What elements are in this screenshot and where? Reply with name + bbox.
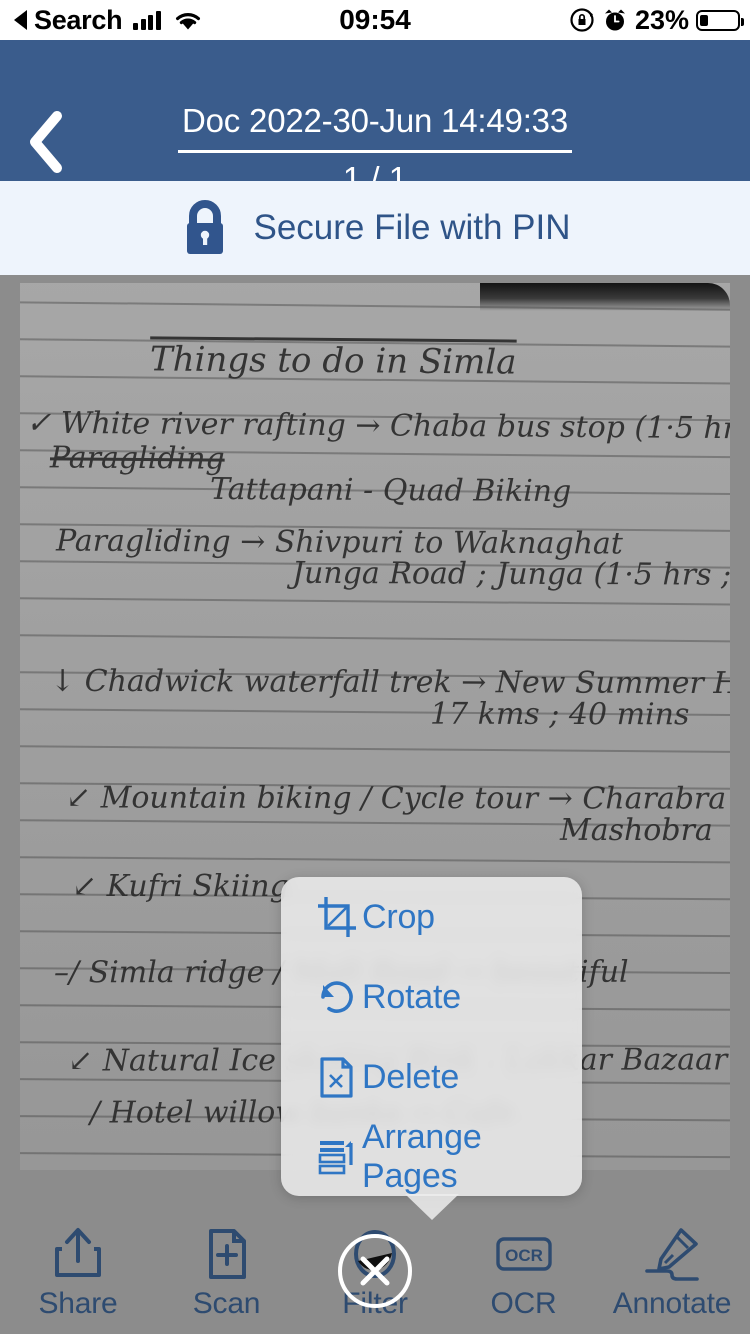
handwritten-line: Tattapani - Quad Biking xyxy=(209,471,572,510)
menu-item-label: Crop xyxy=(362,897,435,936)
page-title[interactable]: Doc 2022-30-Jun 14:49:33 xyxy=(178,102,572,153)
menu-item-rotate[interactable]: Rotate xyxy=(281,957,582,1037)
handwritten-line: ↙ Kufri Skiing xyxy=(72,869,289,904)
crop-icon xyxy=(314,894,360,940)
handwritten-line: ↓ Chadwick waterfall trek → New Summer H… xyxy=(49,663,730,702)
toolbar-button-ocr[interactable]: OCR OCR xyxy=(464,1220,584,1321)
toolbar-button-share[interactable]: Share xyxy=(18,1220,138,1321)
menu-item-label: Arrange Pages xyxy=(362,1118,482,1195)
status-bar-clock: 09:54 xyxy=(339,4,411,35)
toolbar-label: Annotate xyxy=(612,1287,732,1320)
handwritten-line: Junga Road ; Junga (1·5 hrs ; 40 km) xyxy=(291,555,730,593)
share-icon xyxy=(51,1226,105,1282)
toolbar-button-annotate[interactable]: Annotate xyxy=(612,1220,732,1321)
menu-item-label: Delete xyxy=(362,1057,460,1096)
annotate-pen-icon xyxy=(643,1226,701,1282)
status-bar: Search 09:54 23% xyxy=(0,0,750,40)
toolbar-label: Scan xyxy=(192,1287,261,1320)
document-title-wrap: Doc 2022-30-Jun 14:49:33 xyxy=(0,102,750,153)
menu-item-arrange-pages[interactable]: Arrange Pages xyxy=(281,1117,582,1196)
lock-icon xyxy=(187,200,224,254)
delete-file-icon xyxy=(314,1054,360,1100)
popup-pointer-tail xyxy=(405,1194,459,1220)
menu-item-label: Rotate xyxy=(362,977,461,1016)
handwritten-line: Things to do in Simla xyxy=(149,339,517,383)
svg-text:OCR: OCR xyxy=(505,1246,543,1265)
close-popup-button[interactable] xyxy=(338,1234,412,1308)
page-options-popup[interactable]: Crop Rotate Delete Arrange Pages xyxy=(281,877,582,1196)
menu-item-crop[interactable]: Crop xyxy=(281,877,582,957)
app-header: Doc 2022-30-Jun 14:49:33 1 / 1 xyxy=(0,40,750,197)
handwritten-line: 17 kms ; 40 mins xyxy=(429,696,690,733)
secure-file-with-pin-banner[interactable]: Secure File with PIN xyxy=(0,181,750,275)
handwritten-line: Paragliding xyxy=(49,440,225,477)
bottom-toolbar: Share Scan Filter OCR OCR Annotate xyxy=(0,1220,750,1334)
battery-icon xyxy=(696,9,744,31)
toolbar-label: Share xyxy=(38,1287,118,1320)
close-x-icon xyxy=(360,1256,390,1286)
handwritten-line: ↙ Mountain biking / Cycle tour → Charabr… xyxy=(65,780,727,817)
ocr-icon: OCR xyxy=(495,1226,553,1282)
secure-file-label: Secure File with PIN xyxy=(253,208,571,247)
toolbar-button-scan[interactable]: Scan xyxy=(167,1220,287,1321)
scan-add-page-icon xyxy=(200,1226,254,1282)
toolbar-label: OCR xyxy=(490,1287,557,1320)
handwritten-line: Mashobra xyxy=(559,812,713,849)
menu-item-delete[interactable]: Delete xyxy=(281,1037,582,1117)
rotate-ccw-icon xyxy=(314,974,360,1020)
arrange-pages-icon xyxy=(314,1134,360,1180)
